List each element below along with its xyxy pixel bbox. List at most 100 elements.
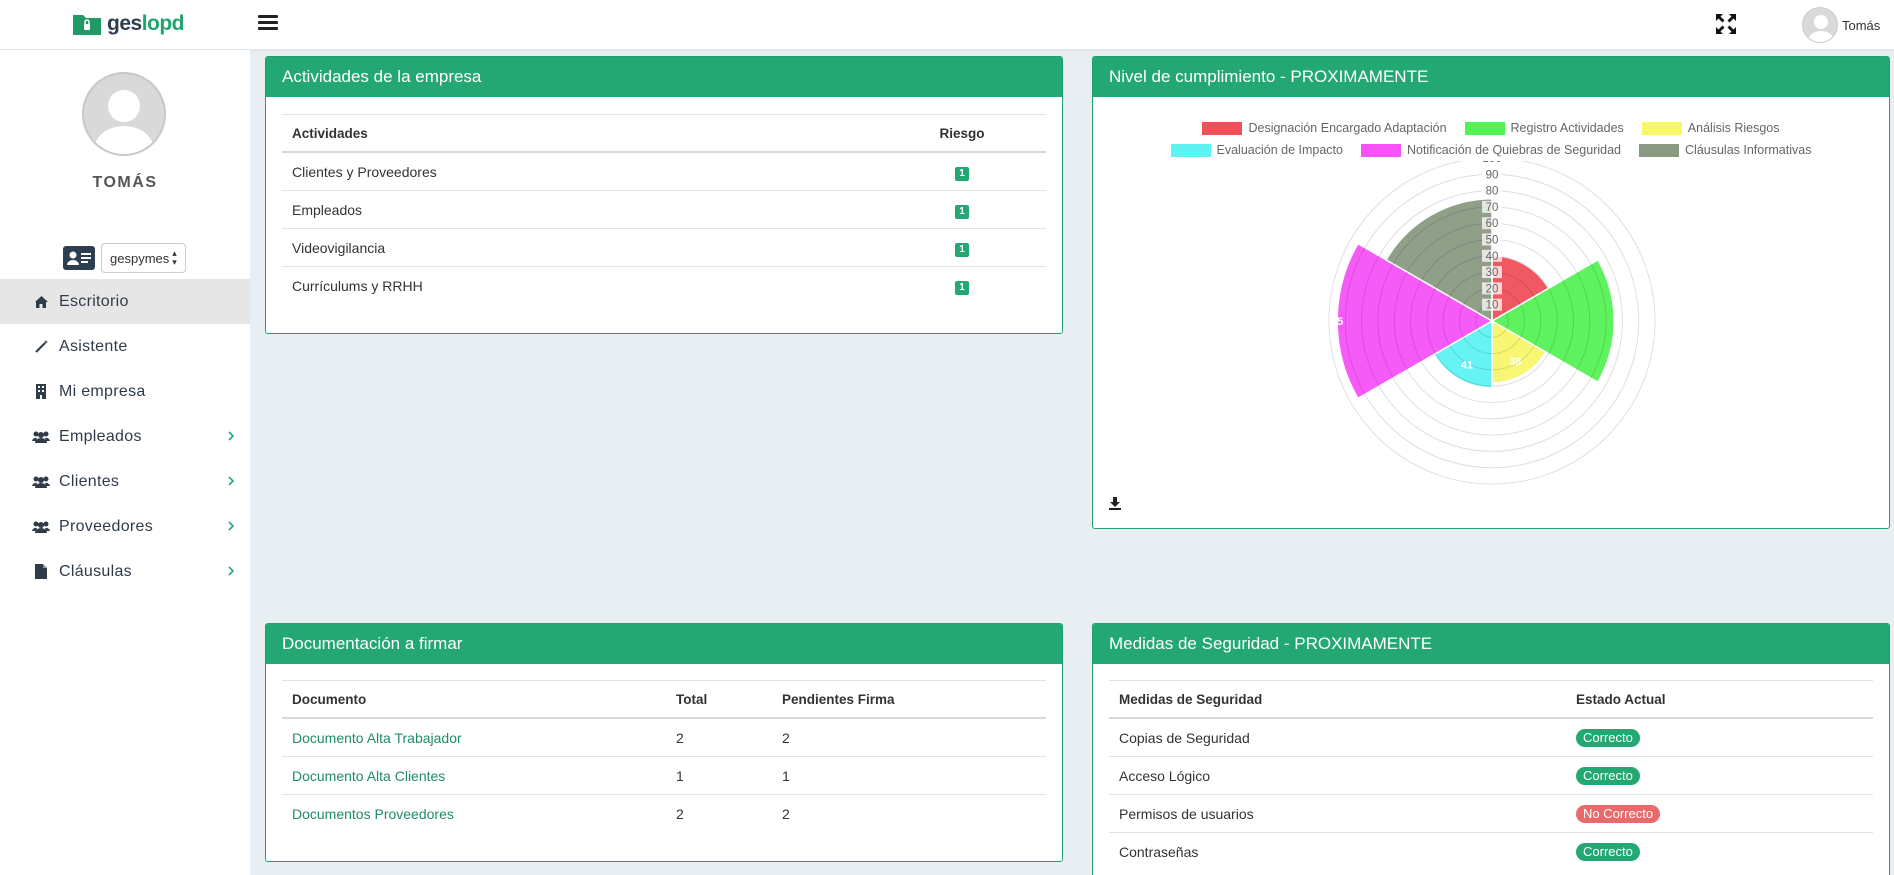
- tick-label: 40: [1486, 251, 1499, 263]
- id-card-icon: [63, 246, 95, 270]
- table-row[interactable]: Videovigilancia 1: [282, 229, 1046, 267]
- measure-name: Contraseñas: [1119, 844, 1199, 860]
- activity-name: Videovigilancia: [292, 239, 386, 256]
- panel-title: Actividades de la empresa: [266, 57, 1062, 97]
- download-icon[interactable]: [1108, 496, 1122, 510]
- data-label: 41: [1461, 359, 1473, 371]
- avatar: [82, 72, 166, 156]
- legend-item[interactable]: Notificación de Quiebras de Seguridad: [1360, 143, 1621, 157]
- sidebar-item-clientes[interactable]: Clientes: [0, 459, 250, 504]
- table-row: Permisos de usuarios No Correcto: [1109, 795, 1873, 833]
- status-badge: Correcto: [1576, 728, 1640, 747]
- table-row[interactable]: Clientes y Proveedores 1: [282, 153, 1046, 191]
- table-row: Documento Alta Trabajador 2 2: [282, 719, 1046, 757]
- table-row[interactable]: Empleados 1: [282, 191, 1046, 229]
- activity-name: Clientes y Proveedores: [292, 163, 437, 180]
- table-row: Documento Alta Clientes 1 1: [282, 757, 1046, 795]
- pending-value: 2: [782, 806, 790, 822]
- table-row: Copias de Seguridad Correcto: [1109, 719, 1873, 757]
- fullscreen-icon[interactable]: [1715, 13, 1737, 35]
- folder-lock-icon: [72, 12, 102, 36]
- sidebar-item-label: Escritorio: [59, 292, 129, 310]
- measure-name: Permisos de usuarios: [1119, 805, 1254, 822]
- home-icon: [32, 294, 50, 310]
- table-row[interactable]: Currículums y RRHH 1: [282, 267, 1046, 305]
- legend-item[interactable]: Registro Actividades: [1464, 121, 1624, 135]
- company-select[interactable]: gespymes ▴ ▾: [101, 243, 186, 273]
- sidebar-item-proveedores[interactable]: Proveedores: [0, 504, 250, 549]
- tick-label: 90: [1486, 169, 1499, 181]
- tick-label: 10: [1486, 300, 1499, 312]
- legend-item[interactable]: Evaluación de Impacto: [1170, 143, 1343, 157]
- select-arrows-icon: ▴ ▾: [172, 248, 177, 267]
- sidebar-nav: Escritorio Asistente Mi empresa Empleado…: [0, 279, 250, 594]
- avatar: [1802, 7, 1838, 43]
- panel-title: Nivel de cumplimiento - PROXIMAMENTE: [1093, 57, 1889, 97]
- measure-name: Copias de Seguridad: [1119, 729, 1250, 746]
- activities-panel: Actividades de la empresa Actividades Ri…: [265, 56, 1063, 334]
- plot-area: 10 20 30 40 50 60 70 80 90 100 38 41 5 7: [1328, 161, 1656, 485]
- compliance-panel: Nivel de cumplimiento - PROXIMAMENTE Des…: [1092, 56, 1890, 529]
- column-header: Medidas de Seguridad: [1119, 691, 1263, 707]
- risk-badge: 1: [955, 204, 969, 219]
- company-selector-row: gespymes ▴ ▾: [63, 243, 186, 273]
- building-icon: [32, 384, 50, 400]
- data-label: 5: [1337, 316, 1343, 328]
- file-icon: [32, 564, 50, 580]
- activities-table: Actividades Riesgo Clientes y Proveedore…: [282, 114, 1046, 305]
- data-label: 38: [1509, 356, 1521, 368]
- menu-toggle-icon[interactable]: [258, 15, 278, 33]
- status-badge: No Correcto: [1576, 804, 1661, 823]
- panel-title: Medidas de Seguridad - PROXIMAMENTE: [1093, 624, 1889, 664]
- tick-label: 60: [1486, 218, 1499, 230]
- total-value: 2: [676, 729, 684, 746]
- table-header: Documento Total Pendientes Firma: [282, 680, 1046, 719]
- chevron-right-icon: [224, 474, 238, 488]
- app-name: geslopd: [107, 12, 185, 35]
- tick-label: 20: [1486, 283, 1499, 295]
- document-link[interactable]: Documentos Proveedores: [292, 806, 454, 822]
- document-link[interactable]: Documento Alta Trabajador: [292, 730, 462, 746]
- column-header: Actividades: [292, 125, 368, 141]
- measure-name: Acceso Lógico: [1119, 767, 1211, 784]
- status-badge: Correcto: [1576, 766, 1640, 785]
- chevron-right-icon: [224, 519, 238, 533]
- user-name: Tomás: [1842, 17, 1881, 33]
- sidebar-item-label: Proveedores: [59, 517, 154, 535]
- sidebar-item-empleados[interactable]: Empleados: [0, 414, 250, 459]
- chevron-right-icon: [224, 429, 238, 443]
- column-header: Riesgo: [939, 125, 985, 141]
- table-header: Actividades Riesgo: [282, 114, 1046, 153]
- column-header: Documento: [292, 691, 367, 707]
- sidebar-item-asistente[interactable]: Asistente: [0, 324, 250, 369]
- tick-label: 70: [1486, 202, 1499, 214]
- chart-legend: Evaluación de Impacto Notificación de Qu…: [1093, 143, 1889, 157]
- legend-item[interactable]: Cláusulas Informativas: [1639, 143, 1811, 157]
- total-value: 1: [676, 767, 684, 784]
- users-icon: [32, 429, 50, 445]
- chevron-right-icon: [224, 564, 238, 578]
- document-link[interactable]: Documento Alta Clientes: [292, 768, 445, 784]
- column-header: Estado Actual: [1576, 691, 1666, 707]
- tick-label: 50: [1486, 235, 1499, 247]
- legend-item[interactable]: Análisis Riesgos: [1641, 121, 1780, 135]
- total-value: 2: [676, 806, 684, 822]
- user-menu[interactable]: Tomás: [1802, 7, 1880, 43]
- polar-area-chart: 10 20 30 40 50 60 70 80 90 100 38 41 5 7: [1328, 161, 1656, 485]
- sidebar-item-clausulas[interactable]: Cláusulas: [0, 549, 250, 594]
- legend-item[interactable]: Designación Encargado Adaptación: [1202, 121, 1447, 135]
- app-logo[interactable]: geslopd: [72, 10, 185, 38]
- pending-value: 1: [782, 767, 790, 784]
- risk-badge: 1: [955, 166, 969, 181]
- column-header: Total: [676, 691, 708, 707]
- status-badge: Correcto: [1576, 843, 1640, 861]
- column-header: Pendientes Firma: [782, 691, 895, 707]
- panel-title: Documentación a firmar: [266, 624, 1062, 664]
- sidebar-item-mi-empresa[interactable]: Mi empresa: [0, 369, 250, 414]
- sidebar-item-label: Clientes: [59, 472, 120, 490]
- sidebar-item-label: Cláusulas: [59, 562, 132, 580]
- table-row: Contraseñas Correcto: [1109, 833, 1873, 871]
- sidebar-user-name: TOMÁS: [92, 174, 158, 191]
- sidebar-item-escritorio[interactable]: Escritorio: [0, 279, 250, 324]
- security-panel: Medidas de Seguridad - PROXIMAMENTE Medi…: [1092, 623, 1890, 875]
